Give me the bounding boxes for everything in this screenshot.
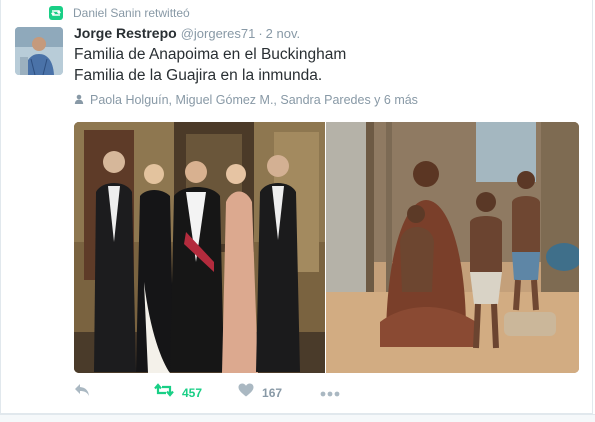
- retweet-count: 457: [182, 385, 203, 400]
- tweet-text-line-1: Familia de Anapoima en el Buckingham: [74, 46, 347, 63]
- more-icon: [320, 384, 340, 402]
- person-icon: [74, 93, 84, 107]
- retweet-context-text[interactable]: Daniel Sanin retwitteó: [73, 6, 190, 20]
- tweet-card[interactable]: Daniel Sanin retwitteó Jorge Restrepo @j…: [0, 0, 593, 414]
- author-username[interactable]: @jorgeres71: [181, 26, 256, 41]
- tagged-users[interactable]: Paola Holguín, Miguel Gómez M., Sandra P…: [74, 93, 418, 107]
- avatar[interactable]: [15, 27, 63, 75]
- reply-icon: [74, 383, 90, 402]
- retweet-icon: [154, 383, 174, 402]
- tweet-actions: 457 167: [74, 383, 340, 402]
- tweet-text-line-2: Familia de la Guajira en la inmunda.: [74, 67, 323, 84]
- tagged-users-text[interactable]: Paola Holguín, Miguel Gómez M., Sandra P…: [90, 93, 418, 107]
- header-separator: ·: [258, 26, 263, 41]
- reply-button[interactable]: [74, 383, 94, 402]
- photo-family-buckingham[interactable]: [74, 122, 325, 373]
- more-button[interactable]: [320, 384, 340, 402]
- tweet-media[interactable]: [74, 122, 579, 373]
- tweet-header: Jorge Restrepo @jorgeres71 · 2 nov.: [74, 25, 300, 41]
- tweet-text: Familia de Anapoima en el Buckingham Fam…: [74, 44, 346, 86]
- author-fullname[interactable]: Jorge Restrepo: [74, 25, 177, 41]
- like-count: 167: [262, 385, 283, 400]
- tweet-timestamp[interactable]: 2 nov.: [266, 26, 300, 41]
- like-button[interactable]: 167: [238, 383, 282, 402]
- heart-icon: [238, 383, 254, 402]
- retweet-context: Daniel Sanin retwitteó: [49, 5, 190, 21]
- retweet-button[interactable]: 457: [154, 383, 202, 402]
- photo-family-guajira[interactable]: [326, 122, 579, 373]
- retweet-badge-icon: [49, 6, 63, 20]
